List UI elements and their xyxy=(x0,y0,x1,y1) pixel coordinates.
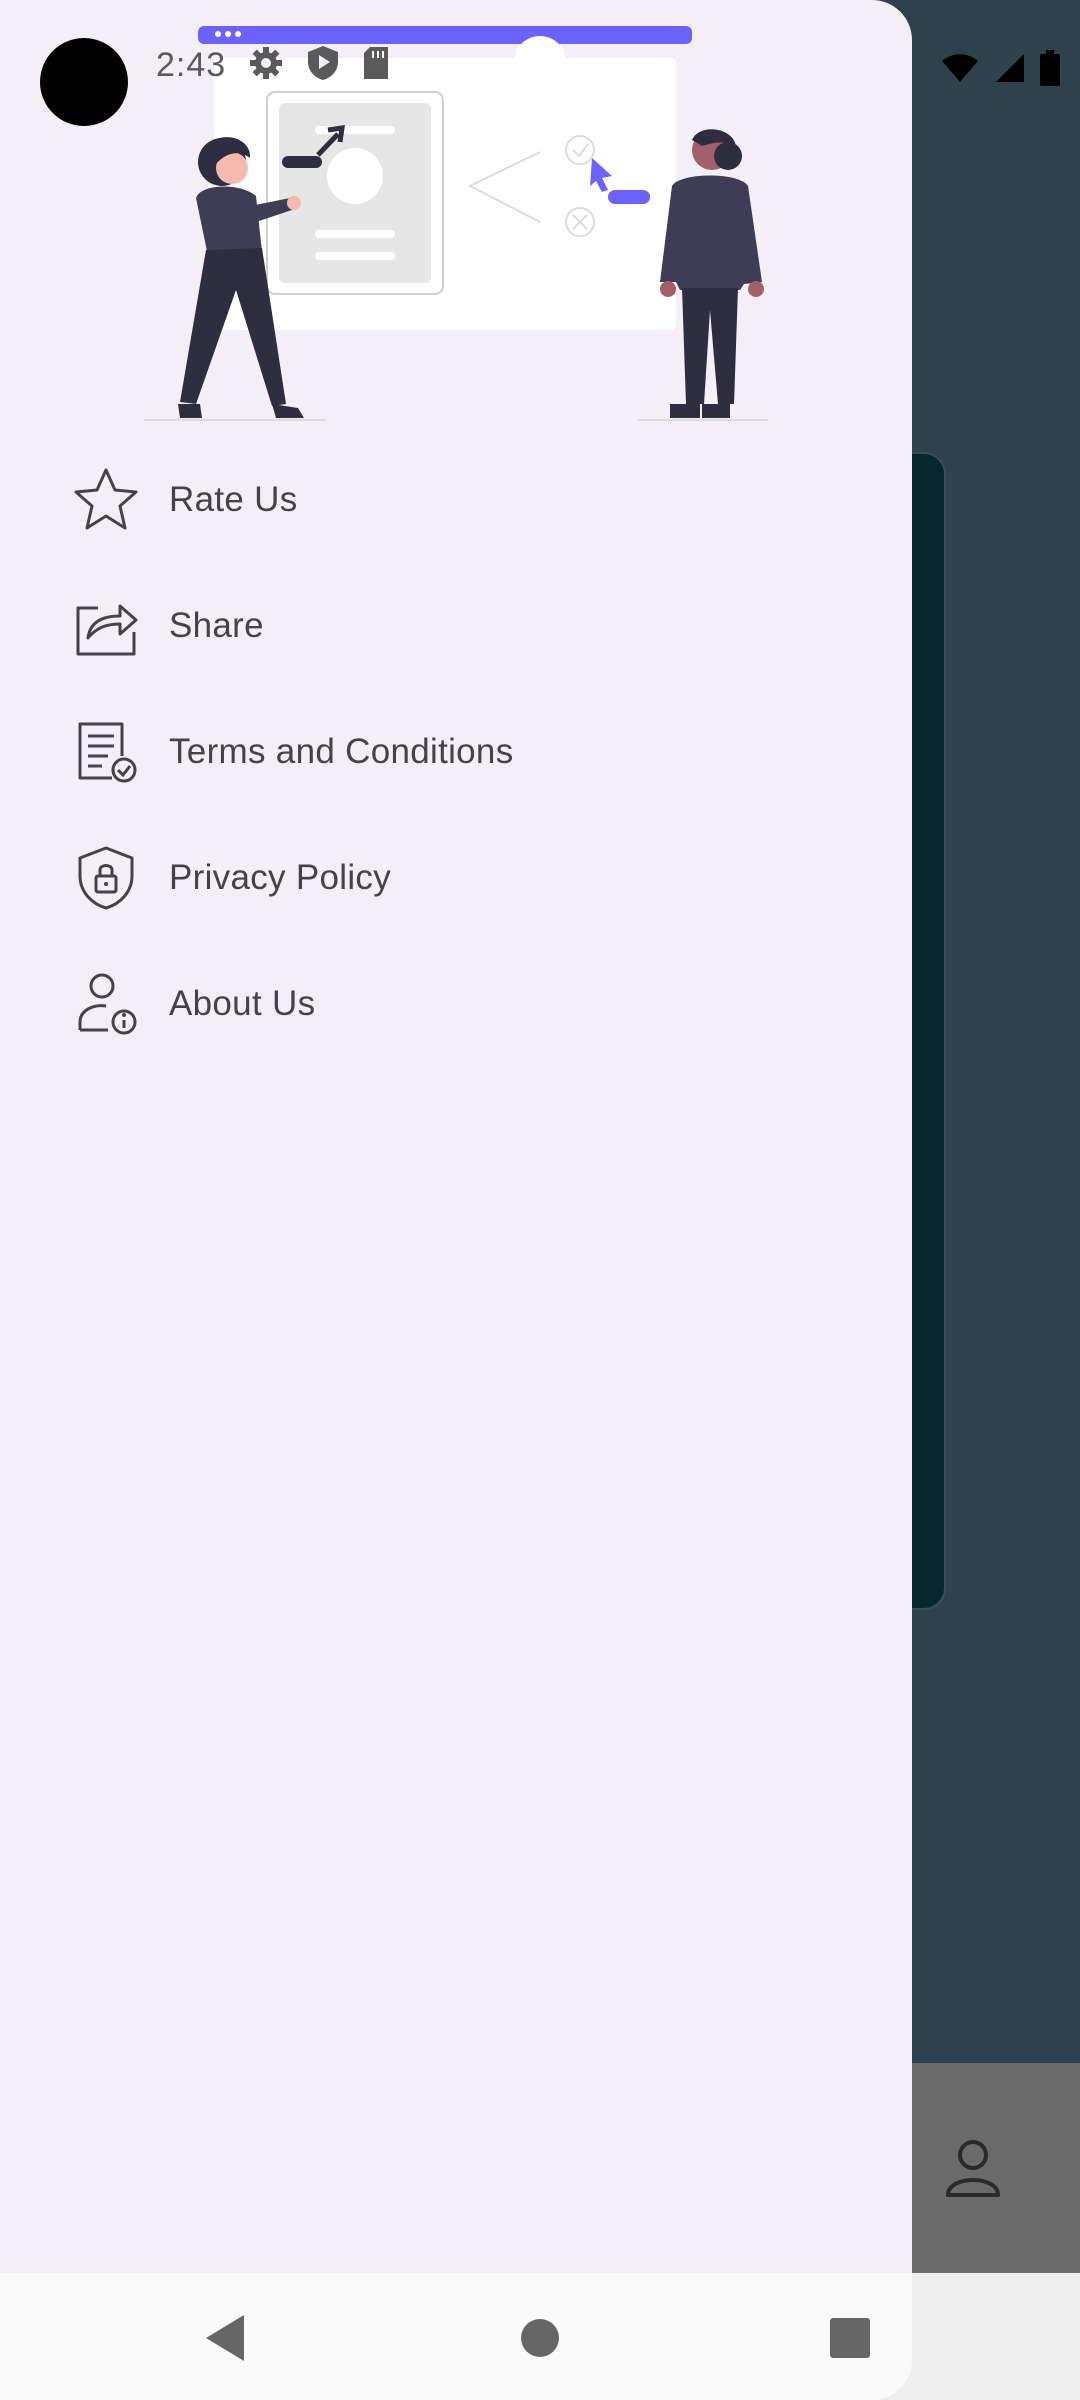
settings-icon xyxy=(248,45,284,86)
back-button[interactable] xyxy=(190,2303,260,2373)
menu-item-label: Terms and Conditions xyxy=(169,732,514,771)
system-nav-bar xyxy=(0,2273,912,2400)
wifi-icon xyxy=(940,52,980,89)
menu-item-privacy-policy[interactable]: Privacy Policy xyxy=(0,818,912,938)
menu-item-label: Share xyxy=(169,606,264,645)
front-camera-cutout xyxy=(40,38,128,126)
menu-item-label: About Us xyxy=(169,984,316,1023)
menu-item-share[interactable]: Share xyxy=(0,566,912,686)
profile-icon[interactable] xyxy=(938,2133,1008,2203)
document-check-icon xyxy=(72,718,140,786)
cell-signal-icon xyxy=(994,52,1026,89)
status-bar-left: 2:43 xyxy=(156,44,390,87)
battery-icon xyxy=(1040,50,1060,91)
user-info-icon xyxy=(72,970,140,1038)
menu-item-label: Rate Us xyxy=(169,480,298,519)
sd-card-icon xyxy=(362,45,390,86)
menu-item-about-us[interactable]: About Us xyxy=(0,944,912,1064)
menu-item-terms-and-conditions[interactable]: Terms and Conditions xyxy=(0,692,912,812)
menu-item-rate-us[interactable]: Rate Us xyxy=(0,440,912,560)
shield-lock-icon xyxy=(72,844,140,912)
menu-item-label: Privacy Policy xyxy=(169,858,392,897)
recents-button[interactable] xyxy=(815,2303,885,2373)
share-icon xyxy=(72,592,140,660)
navigation-drawer: 2:43 Rate Us Share Terms and Conditions … xyxy=(0,0,912,2400)
shield-play-icon xyxy=(306,44,340,87)
status-time: 2:43 xyxy=(156,46,227,84)
star-icon xyxy=(72,466,140,534)
status-bar-right xyxy=(940,50,1060,91)
home-button[interactable] xyxy=(505,2303,575,2373)
people-presenting-illustration xyxy=(0,0,912,430)
